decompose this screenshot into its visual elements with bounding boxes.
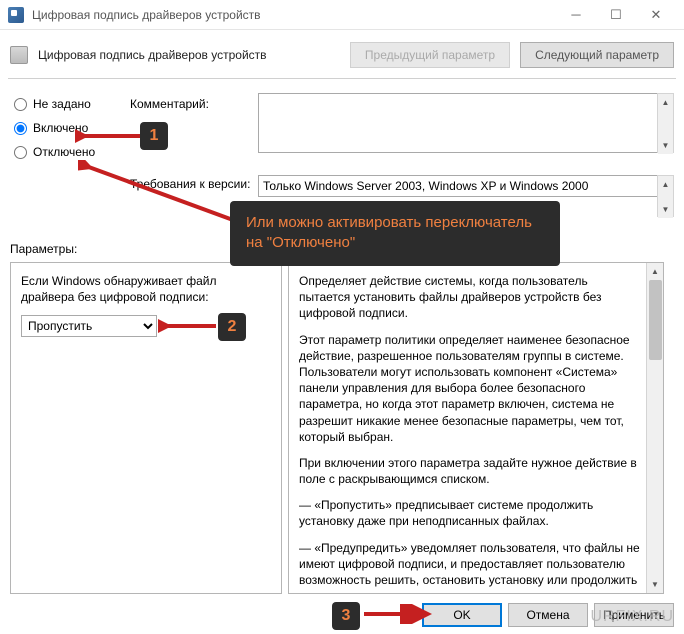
comment-label: Комментарий:: [130, 97, 209, 111]
scroll-up-icon[interactable]: ▲: [658, 176, 673, 193]
radio-enabled-input[interactable]: [14, 122, 27, 135]
requirements-label: Требования к версии:: [130, 177, 250, 191]
annotation-badge-3: 3: [332, 602, 360, 630]
separator: [8, 78, 676, 79]
window-controls: ─ ☐ ✕: [556, 1, 676, 29]
parameters-label: Параметры:: [10, 242, 77, 256]
scrollbar-thumb[interactable]: [649, 280, 662, 360]
ok-button[interactable]: OK: [422, 603, 502, 627]
radio-enabled-label: Включено: [33, 121, 88, 135]
header-row: Цифровая подпись драйверов устройств Пре…: [0, 30, 684, 78]
titlebar: Цифровая подпись драйверов устройств ─ ☐…: [0, 0, 684, 30]
scroll-down-icon[interactable]: ▼: [658, 137, 673, 154]
radio-not-configured[interactable]: Не задано: [14, 97, 95, 111]
help-p1: Определяет действие системы, когда польз…: [299, 273, 641, 322]
help-p2: Этот параметр политики определяет наимен…: [299, 332, 641, 445]
scroll-down-icon[interactable]: ▼: [658, 201, 673, 218]
radio-not-configured-input[interactable]: [14, 98, 27, 111]
maximize-button[interactable]: ☐: [596, 1, 636, 29]
radio-not-configured-label: Не задано: [33, 97, 91, 111]
window-title: Цифровая подпись драйверов устройств: [32, 8, 556, 22]
annotation-tooltip: Или можно активировать переключатель на …: [230, 201, 560, 266]
radio-disabled-label: Отключено: [33, 145, 95, 159]
state-radio-group: Не задано Включено Отключено: [14, 97, 95, 159]
options-panel: Если Windows обнаруживает файл драйвера …: [10, 262, 282, 594]
help-p5: — «Предупредить» уведомляет пользователя…: [299, 540, 641, 589]
app-icon: [8, 7, 24, 23]
scroll-down-icon[interactable]: ▼: [646, 576, 663, 593]
action-select[interactable]: Пропустить: [21, 315, 157, 337]
main-columns: Если Windows обнаруживает файл драйвера …: [0, 262, 684, 598]
prev-param-button[interactable]: Предыдущий параметр: [350, 42, 510, 68]
radio-enabled[interactable]: Включено: [14, 121, 95, 135]
requirements-field[interactable]: [258, 175, 660, 197]
help-p4: — «Пропустить» предписывает системе прод…: [299, 497, 641, 529]
help-panel: Определяет действие системы, когда польз…: [288, 262, 664, 594]
requirements-scrollbar[interactable]: ▲ ▼: [657, 175, 674, 217]
scrollbar-track[interactable]: [646, 280, 663, 576]
policy-icon: [10, 46, 28, 64]
comment-textarea[interactable]: [258, 93, 660, 153]
next-param-button[interactable]: Следующий параметр: [520, 42, 674, 68]
page-title: Цифровая подпись драйверов устройств: [38, 48, 340, 62]
minimize-button[interactable]: ─: [556, 1, 596, 29]
radio-disabled[interactable]: Отключено: [14, 145, 95, 159]
cancel-button[interactable]: Отмена: [508, 603, 588, 627]
scroll-up-icon[interactable]: ▲: [646, 263, 663, 280]
scroll-up-icon[interactable]: ▲: [658, 94, 673, 111]
annotation-badge-1: 1: [140, 122, 168, 150]
help-p3: При включении этого параметра задайте ну…: [299, 455, 641, 487]
comment-scrollbar[interactable]: ▲ ▼: [657, 93, 674, 153]
close-button[interactable]: ✕: [636, 1, 676, 29]
radio-disabled-input[interactable]: [14, 146, 27, 159]
option-hint: Если Windows обнаруживает файл драйвера …: [21, 273, 271, 305]
watermark: URFIX.RU: [590, 608, 674, 626]
annotation-badge-2: 2: [218, 313, 246, 341]
